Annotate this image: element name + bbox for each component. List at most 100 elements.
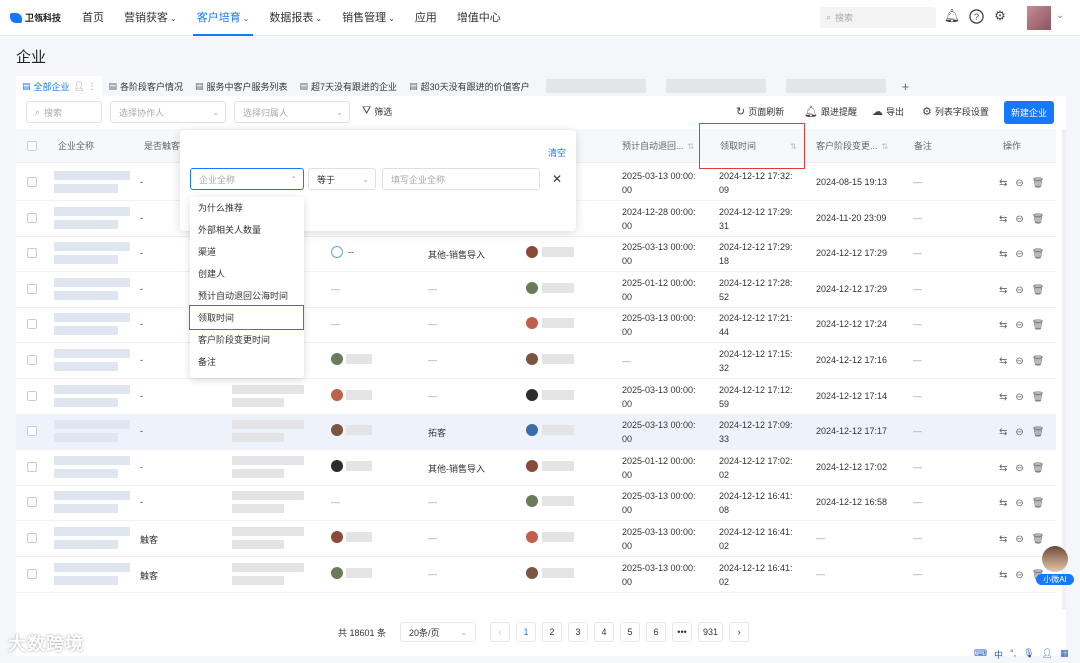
row-checkbox[interactable] (27, 461, 37, 472)
col-remark[interactable]: 备注 (914, 129, 932, 163)
table-row[interactable]: 触客 — 2025-03-13 00:00: 00 2024-12-12 16:41: 0… (16, 521, 1056, 557)
list-search-input[interactable]: ⌕ 搜索 (26, 101, 102, 123)
company-name-blurred[interactable] (54, 540, 118, 549)
transfer-icon[interactable]: ⇆ (999, 285, 1007, 296)
export-button[interactable]: ☁ 导出 (872, 105, 904, 118)
transfer-icon[interactable]: ⇆ (999, 214, 1007, 225)
company-name-blurred[interactable] (54, 290, 118, 300)
return-icon[interactable]: ⊖ (1015, 214, 1023, 225)
gear-icon[interactable]: ⚙ (992, 8, 1008, 24)
nav-item-1[interactable]: 营销获客 ⌄ (114, 0, 187, 36)
global-search-input[interactable]: ⌕ 搜索 (820, 7, 936, 28)
row-checkbox[interactable] (27, 283, 37, 294)
company-name-blurred[interactable] (54, 433, 118, 443)
row-checkbox[interactable] (27, 319, 37, 330)
language-toggle[interactable]: 中 (994, 648, 1003, 661)
col-touched[interactable]: 是否触客 (144, 129, 180, 163)
nav-item-3[interactable]: 数据报表 ⌄ (259, 0, 332, 36)
delete-icon[interactable]: 🗑︎ (1032, 285, 1045, 296)
company-name-blurred[interactable] (54, 397, 118, 407)
blurred-tab[interactable] (785, 79, 886, 93)
table-row[interactable]: - — — 2025-01-12 00:00: 00 2024-12-12 17:28: 5… (16, 272, 1056, 308)
row-checkbox[interactable] (27, 426, 37, 437)
return-icon[interactable]: ⊖ (1015, 249, 1023, 260)
return-icon[interactable]: ⊖ (1015, 570, 1023, 581)
value-input[interactable]: 填写企业全称 (382, 168, 540, 190)
company-name-blurred[interactable] (54, 562, 130, 572)
clear-button[interactable]: 清空 (548, 146, 566, 159)
view-tab-4[interactable]: ▤ 超30天没有跟进的价值客户 (403, 76, 536, 96)
field-option[interactable]: 备注 (190, 351, 304, 373)
table-row[interactable]: - — — 2025-03-13 00:00: 00 2024-12-12 17:21: 4… (16, 307, 1056, 344)
page-number[interactable]: ••• (672, 622, 693, 642)
return-icon[interactable]: ⊖ (1015, 498, 1023, 509)
return-icon[interactable]: ⊖ (1015, 392, 1023, 403)
delete-icon[interactable]: 🗑︎ (1032, 356, 1045, 367)
punctuation-icon[interactable]: °, (1010, 648, 1016, 661)
col-name[interactable]: 企业全称 (58, 129, 94, 163)
company-name-blurred[interactable] (54, 575, 118, 585)
delete-icon[interactable]: 🗑︎ (1032, 463, 1045, 474)
nav-item-6[interactable]: 增值中心 (447, 0, 511, 36)
next-page-button[interactable]: › (729, 622, 750, 642)
company-name-blurred[interactable] (54, 420, 130, 430)
refresh-button[interactable]: ↻ 页面刷新 (736, 105, 784, 118)
follow-remind-button[interactable]: 🔔︎ 跟进提醒 (804, 105, 857, 118)
delete-icon[interactable]: 🗑︎ (1032, 427, 1045, 438)
blurred-tab[interactable] (665, 79, 766, 93)
table-row[interactable]: - — — 2024-12-12 17:15: 32 2024-12-12 17:16 — ⇆… (16, 343, 1056, 379)
company-name-blurred[interactable] (54, 384, 130, 394)
transfer-icon[interactable]: ⇆ (999, 427, 1007, 438)
nav-item-2[interactable]: 客户培育 ⌄ (187, 0, 260, 36)
field-option[interactable]: 为什么推荐 (190, 197, 304, 219)
table-row[interactable]: - 拓客 2025-03-13 00:00: 00 2024-12-12 17:09: 3… (16, 414, 1056, 451)
field-option[interactable]: 外部相关人数量 (190, 219, 304, 241)
col-stage-change[interactable]: 客户阶段变更... ⇅ (816, 129, 888, 163)
page-number[interactable]: 6 (646, 622, 667, 642)
table-row[interactable]: - -- 其他-销售导入 2025-03-13 00:00: 00 2024-12-12 … (16, 236, 1056, 273)
transfer-icon[interactable]: ⇆ (999, 356, 1007, 367)
company-name-blurred[interactable] (54, 206, 130, 216)
nav-item-5[interactable]: 应用 (405, 0, 447, 36)
return-icon[interactable]: ⊖ (1015, 285, 1023, 296)
page-number[interactable]: 4 (594, 622, 615, 642)
select-all-checkbox[interactable] (27, 141, 37, 151)
view-tab-2[interactable]: ▤ 服务中客户服务列表 (189, 76, 294, 96)
return-icon[interactable]: ⊖ (1015, 463, 1023, 474)
page-number[interactable]: 3 (568, 622, 589, 642)
table-row[interactable]: - — 2025-03-13 00:00: 00 2024-12-12 17:12: 59… (16, 379, 1056, 415)
new-company-button[interactable]: 新建企业 (1004, 101, 1054, 124)
company-name-blurred[interactable] (54, 219, 118, 229)
owner-select[interactable]: 选择归属人 ⌄ (234, 101, 350, 123)
help-icon[interactable]: ? (968, 8, 984, 24)
brand-logo[interactable]: 卫瓴科技 (10, 11, 72, 24)
sort-icon[interactable]: ⇅ (688, 142, 695, 151)
field-option[interactable]: 渠道 (190, 241, 304, 263)
delete-icon[interactable]: 🗑︎ (1032, 392, 1045, 403)
view-tab-3[interactable]: ▤ 超7天没有跟进的企业 (294, 76, 404, 96)
blurred-tab[interactable] (545, 79, 646, 93)
delete-icon[interactable]: 🗑︎ (1032, 498, 1045, 509)
company-name-blurred[interactable] (54, 349, 130, 358)
return-icon[interactable]: ⊖ (1015, 320, 1023, 331)
company-name-blurred[interactable] (54, 504, 118, 514)
delete-icon[interactable]: 🗑︎ (1032, 249, 1045, 260)
page-number[interactable]: 2 (542, 622, 563, 642)
view-tab-1[interactable]: ▤ 各阶段客户情况 (102, 76, 189, 96)
company-name-blurred[interactable] (54, 242, 130, 252)
transfer-icon[interactable]: ⇆ (999, 178, 1007, 189)
page-number[interactable]: 5 (620, 622, 641, 642)
transfer-icon[interactable]: ⇆ (999, 570, 1007, 581)
prev-page-button[interactable]: ‹ (490, 622, 511, 642)
operator-select[interactable]: 等于 ⌄ (308, 168, 376, 190)
delete-icon[interactable]: 🗑︎ (1032, 214, 1045, 225)
user-icon[interactable]: 👤︎ (1042, 648, 1053, 661)
transfer-icon[interactable]: ⇆ (999, 320, 1007, 331)
add-tab-icon[interactable]: + (902, 79, 910, 94)
table-row[interactable]: - — — 2025-03-13 00:00: 00 2024-12-12 16:41: 0… (16, 485, 1056, 522)
page-size-select[interactable]: 20条/页 ⌄ (400, 622, 477, 642)
return-icon[interactable]: ⊖ (1015, 356, 1023, 367)
view-tab-0[interactable]: ▤ 全部企业 👤︎ ⋮ (16, 76, 103, 96)
company-name-blurred[interactable] (54, 326, 118, 336)
transfer-icon[interactable]: ⇆ (999, 392, 1007, 403)
